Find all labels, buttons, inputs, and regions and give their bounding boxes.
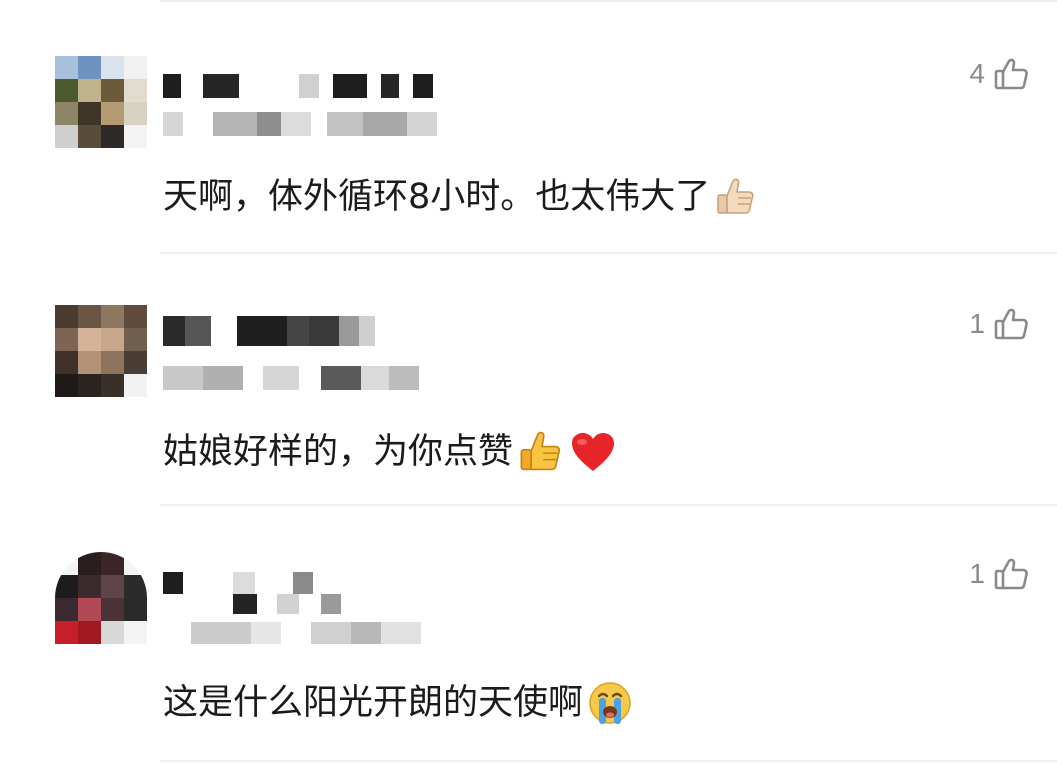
thumbs-up-outline-icon (994, 558, 1028, 590)
divider (160, 252, 1057, 254)
thumbs-up-icon (520, 431, 561, 471)
like-count: 1 (969, 558, 985, 589)
avatar[interactable] (55, 305, 147, 397)
timestamp-redacted (163, 622, 421, 644)
divider (160, 504, 1057, 506)
crying-face-icon (589, 682, 631, 724)
thumbs-up-outline-icon (994, 58, 1028, 90)
username-redacted[interactable] (163, 74, 433, 98)
heart-icon (572, 433, 615, 471)
top-divider (160, 0, 1057, 2)
like-count: 4 (969, 58, 985, 89)
thumbs-up-outline-icon (994, 308, 1028, 340)
comment-text: 这是什么阳光开朗的天使啊 (163, 680, 633, 726)
divider (160, 760, 1057, 762)
thumbs-up-icon (717, 178, 754, 214)
avatar[interactable] (55, 56, 147, 148)
timestamp-redacted (163, 112, 437, 136)
username-redacted[interactable] (163, 572, 313, 596)
timestamp-redacted (163, 366, 419, 390)
username-redacted (163, 594, 341, 614)
like-button[interactable]: 4 (969, 56, 1029, 92)
comment-text: 天啊，体外循环8小时。也太伟大了 (163, 175, 758, 219)
comment-text: 姑娘好样的，为你点赞 (163, 428, 617, 476)
like-count: 1 (969, 308, 985, 339)
username-redacted[interactable] (163, 316, 375, 346)
like-button[interactable]: 1 (969, 556, 1029, 592)
avatar[interactable] (55, 552, 147, 644)
like-button[interactable]: 1 (969, 306, 1029, 342)
